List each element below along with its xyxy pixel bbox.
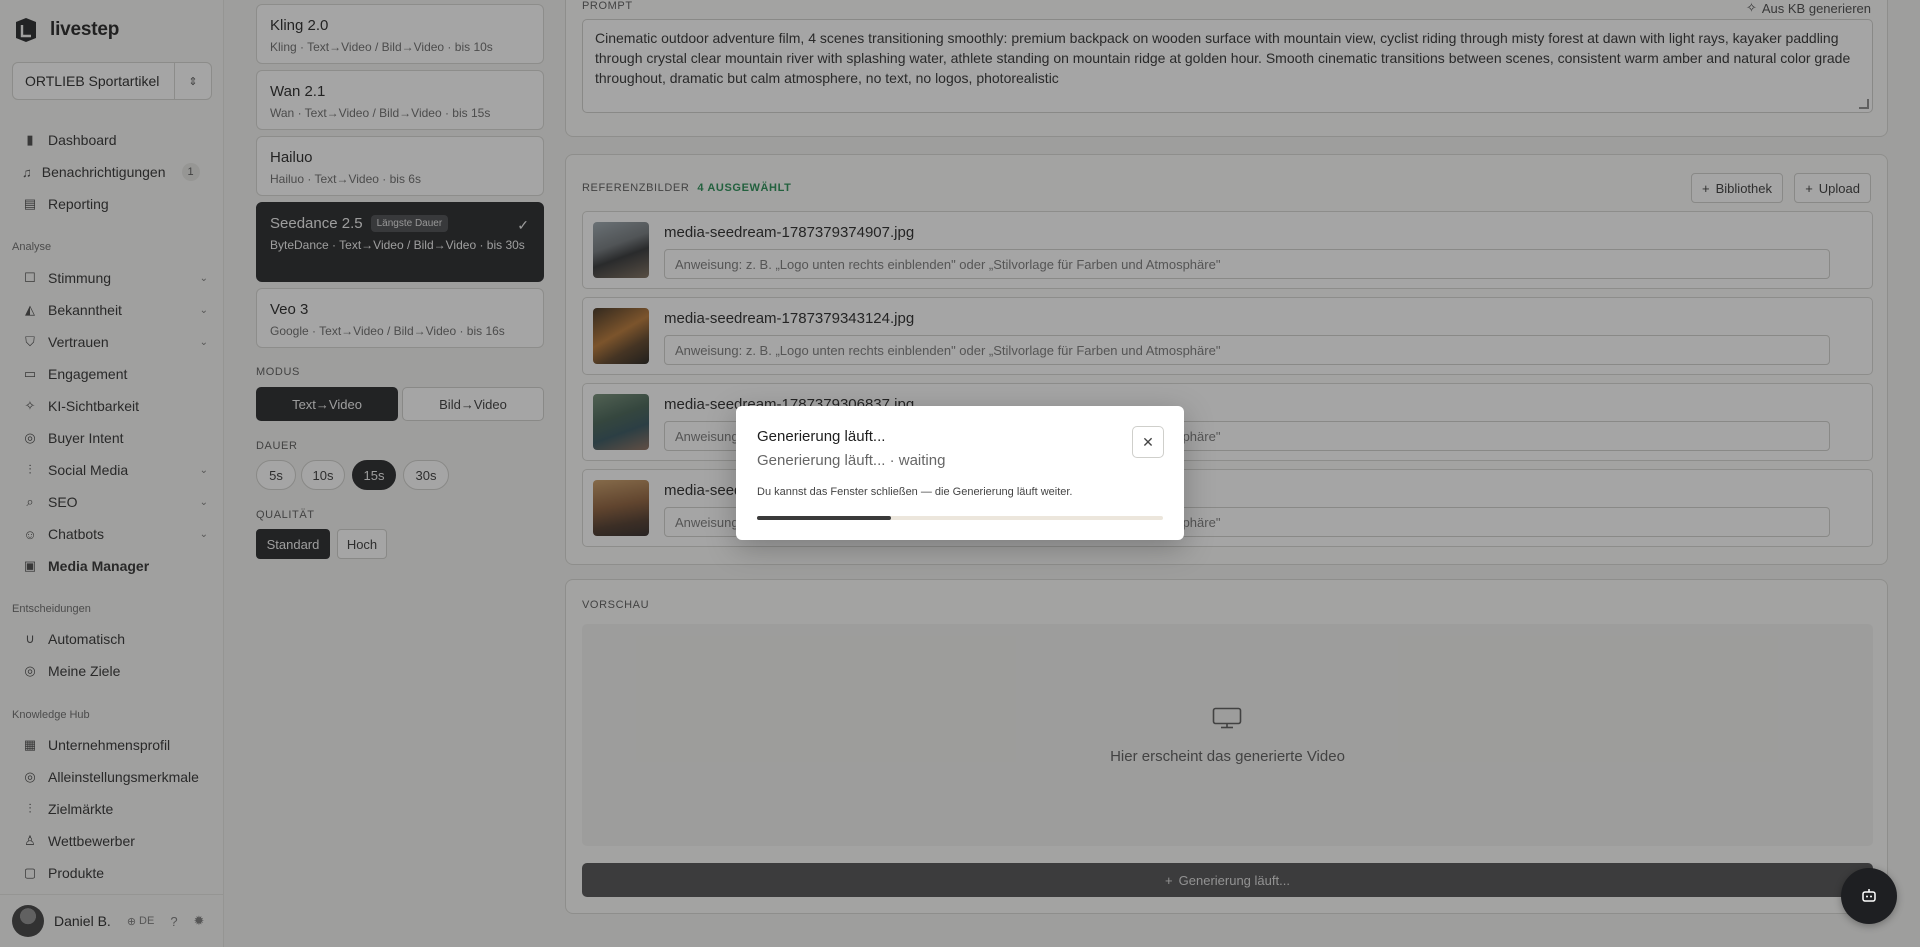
progress-fill — [757, 516, 891, 520]
generation-modal: Generierung läuft... Generierung läuft..… — [736, 406, 1184, 540]
close-button[interactable]: ✕ — [1132, 426, 1164, 458]
close-icon: ✕ — [1142, 433, 1154, 450]
chatbot-button[interactable] — [1841, 868, 1897, 924]
progress-bar — [757, 516, 1163, 520]
modal-note: Du kannst das Fenster schließen — die Ge… — [757, 486, 1073, 498]
modal-title: Generierung läuft... — [757, 428, 886, 445]
robot-icon — [1862, 889, 1876, 902]
modal-status: Generierung läuft... · waiting — [757, 452, 946, 469]
